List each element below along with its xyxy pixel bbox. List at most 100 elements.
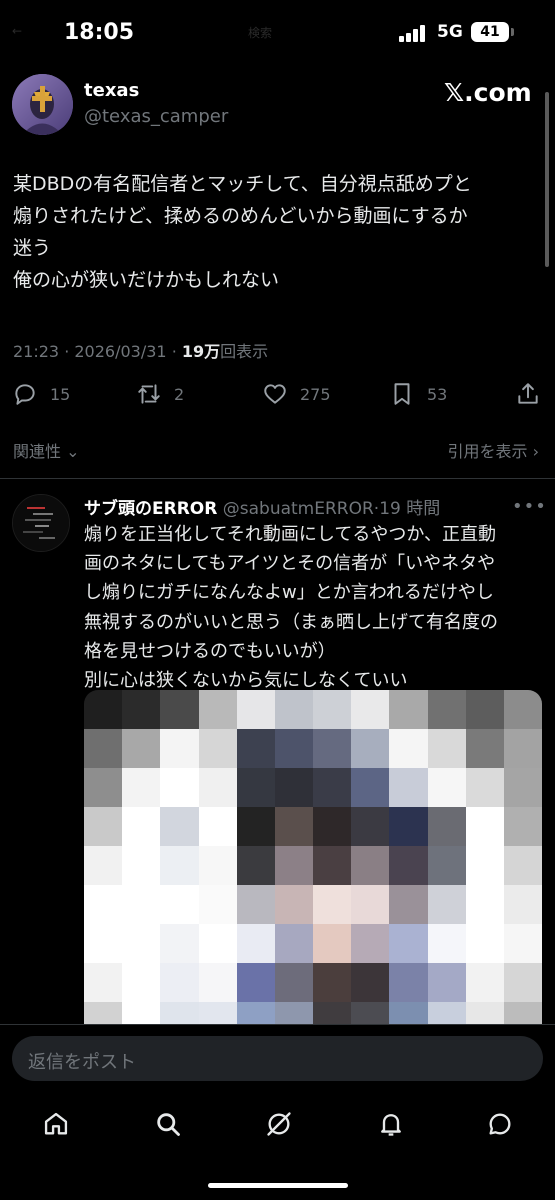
heart-icon bbox=[264, 384, 286, 404]
reply-placeholder: 返信をポスト bbox=[28, 1052, 136, 1073]
media-pixel bbox=[389, 807, 428, 846]
media-pixel bbox=[84, 729, 123, 768]
media-pixel bbox=[389, 1002, 428, 1024]
media-pixel bbox=[351, 807, 390, 846]
tweet-line: 迷う bbox=[13, 237, 52, 259]
media-pixel bbox=[313, 807, 352, 846]
nav-grok[interactable] bbox=[263, 1106, 295, 1142]
media-pixel bbox=[160, 885, 199, 924]
bottom-nav bbox=[0, 1106, 555, 1146]
media-pixel bbox=[236, 963, 275, 1002]
media-pixel bbox=[198, 690, 237, 729]
media-pixel bbox=[503, 807, 542, 846]
media-pixel bbox=[389, 729, 428, 768]
views-count: 19万 bbox=[181, 342, 221, 361]
reply-avatar[interactable] bbox=[12, 494, 70, 552]
reply-line: 煽りを正当化してそれ動画にしてるやつか、正直動 bbox=[84, 524, 497, 545]
media-pixel bbox=[465, 924, 504, 963]
media-pixel bbox=[236, 924, 275, 963]
nav-home[interactable] bbox=[40, 1106, 72, 1142]
media-pixel bbox=[351, 846, 390, 885]
reply-line: 画のネタにしてもアイツとその信者が「いやネタや bbox=[84, 553, 496, 575]
media-pixel bbox=[351, 963, 390, 1002]
share-button[interactable] bbox=[515, 376, 541, 412]
media-pixel bbox=[427, 885, 466, 924]
reply-button[interactable]: 15 bbox=[12, 376, 70, 412]
battery-level: 41 bbox=[480, 24, 500, 40]
reply-author-handle[interactable]: @sabuatmERROR bbox=[223, 499, 374, 519]
reply-header: サブ頭のERROR @sabuatmERROR·19 時間 bbox=[84, 494, 440, 519]
media-pixel bbox=[351, 690, 390, 729]
reply-media-image[interactable] bbox=[84, 690, 542, 1024]
media-pixel bbox=[198, 1002, 237, 1024]
media-pixel bbox=[122, 690, 161, 729]
media-pixel bbox=[503, 690, 542, 729]
media-pixel bbox=[274, 807, 313, 846]
media-pixel bbox=[427, 768, 466, 807]
view-quotes-link[interactable]: 引用を表示 › bbox=[447, 438, 539, 462]
media-pixel bbox=[236, 885, 275, 924]
media-pixel bbox=[274, 846, 313, 885]
status-bar: ← 18:05 検索 5G 41 bbox=[0, 0, 555, 66]
media-pixel bbox=[274, 885, 313, 924]
media-pixel bbox=[160, 846, 199, 885]
repost-icon bbox=[138, 384, 160, 404]
tweet-date: 2026/03/31 bbox=[74, 342, 167, 361]
media-pixel bbox=[313, 924, 352, 963]
tweet-line: 俺の心が狭いだけかもしれない bbox=[13, 269, 280, 291]
media-pixel bbox=[313, 729, 352, 768]
nav-notifications[interactable] bbox=[375, 1106, 407, 1142]
like-button[interactable]: 275 bbox=[262, 376, 331, 412]
more-options-icon[interactable]: ••• bbox=[512, 496, 547, 517]
media-pixel bbox=[313, 963, 352, 1002]
media-pixel bbox=[274, 690, 313, 729]
meta-separator: · bbox=[64, 342, 75, 361]
signal-icon bbox=[399, 24, 429, 42]
divider bbox=[0, 478, 555, 479]
grok-icon bbox=[267, 1112, 291, 1136]
media-pixel bbox=[465, 768, 504, 807]
reply-icon bbox=[15, 384, 35, 405]
author-avatar[interactable] bbox=[12, 74, 73, 135]
search-icon bbox=[157, 1113, 180, 1136]
bookmark-button[interactable]: 53 bbox=[389, 376, 447, 412]
media-pixel bbox=[160, 963, 199, 1002]
view-quotes-label: 引用を表示 bbox=[447, 442, 528, 461]
home-indicator bbox=[208, 1183, 348, 1188]
media-pixel bbox=[503, 1002, 542, 1024]
media-pixel bbox=[122, 924, 161, 963]
media-pixel bbox=[465, 885, 504, 924]
media-pixel bbox=[465, 807, 504, 846]
tweet-actions: 15 2 275 53 bbox=[0, 376, 555, 412]
reply-age: 19 時間 bbox=[379, 499, 441, 519]
repost-button[interactable]: 2 bbox=[136, 376, 184, 412]
relevance-sort[interactable]: 関連性 ⌄ bbox=[13, 438, 80, 462]
reply-line: 無視するのがいいと思う（まぁ晒し上げて有名度の bbox=[84, 611, 498, 633]
media-pixel bbox=[236, 1002, 275, 1024]
media-pixel bbox=[427, 924, 466, 963]
media-pixel bbox=[160, 768, 199, 807]
media-pixel bbox=[427, 846, 466, 885]
reply-composer[interactable]: 返信をポスト bbox=[12, 1036, 543, 1081]
media-pixel bbox=[198, 924, 237, 963]
media-pixel bbox=[351, 729, 390, 768]
reply-author-name[interactable]: サブ頭のERROR bbox=[84, 499, 217, 519]
author-name[interactable]: texas bbox=[84, 80, 139, 101]
media-pixel bbox=[236, 768, 275, 807]
author-handle[interactable]: @texas_camper bbox=[84, 106, 228, 127]
reply-line: し煽りにガチになんなよw」とか言われるだけやし bbox=[84, 582, 494, 604]
media-pixel bbox=[198, 768, 237, 807]
media-pixel bbox=[389, 768, 428, 807]
media-pixel bbox=[503, 885, 542, 924]
nav-search[interactable] bbox=[152, 1106, 184, 1142]
scrollbar[interactable] bbox=[545, 92, 549, 267]
media-pixel bbox=[313, 690, 352, 729]
bookmark-count: 53 bbox=[427, 384, 448, 404]
media-pixel bbox=[122, 768, 161, 807]
media-pixel bbox=[122, 807, 161, 846]
media-pixel bbox=[84, 963, 123, 1002]
meta-separator: · bbox=[171, 342, 182, 361]
media-pixel bbox=[427, 963, 466, 1002]
nav-messages[interactable] bbox=[484, 1106, 516, 1142]
media-pixel bbox=[351, 768, 390, 807]
